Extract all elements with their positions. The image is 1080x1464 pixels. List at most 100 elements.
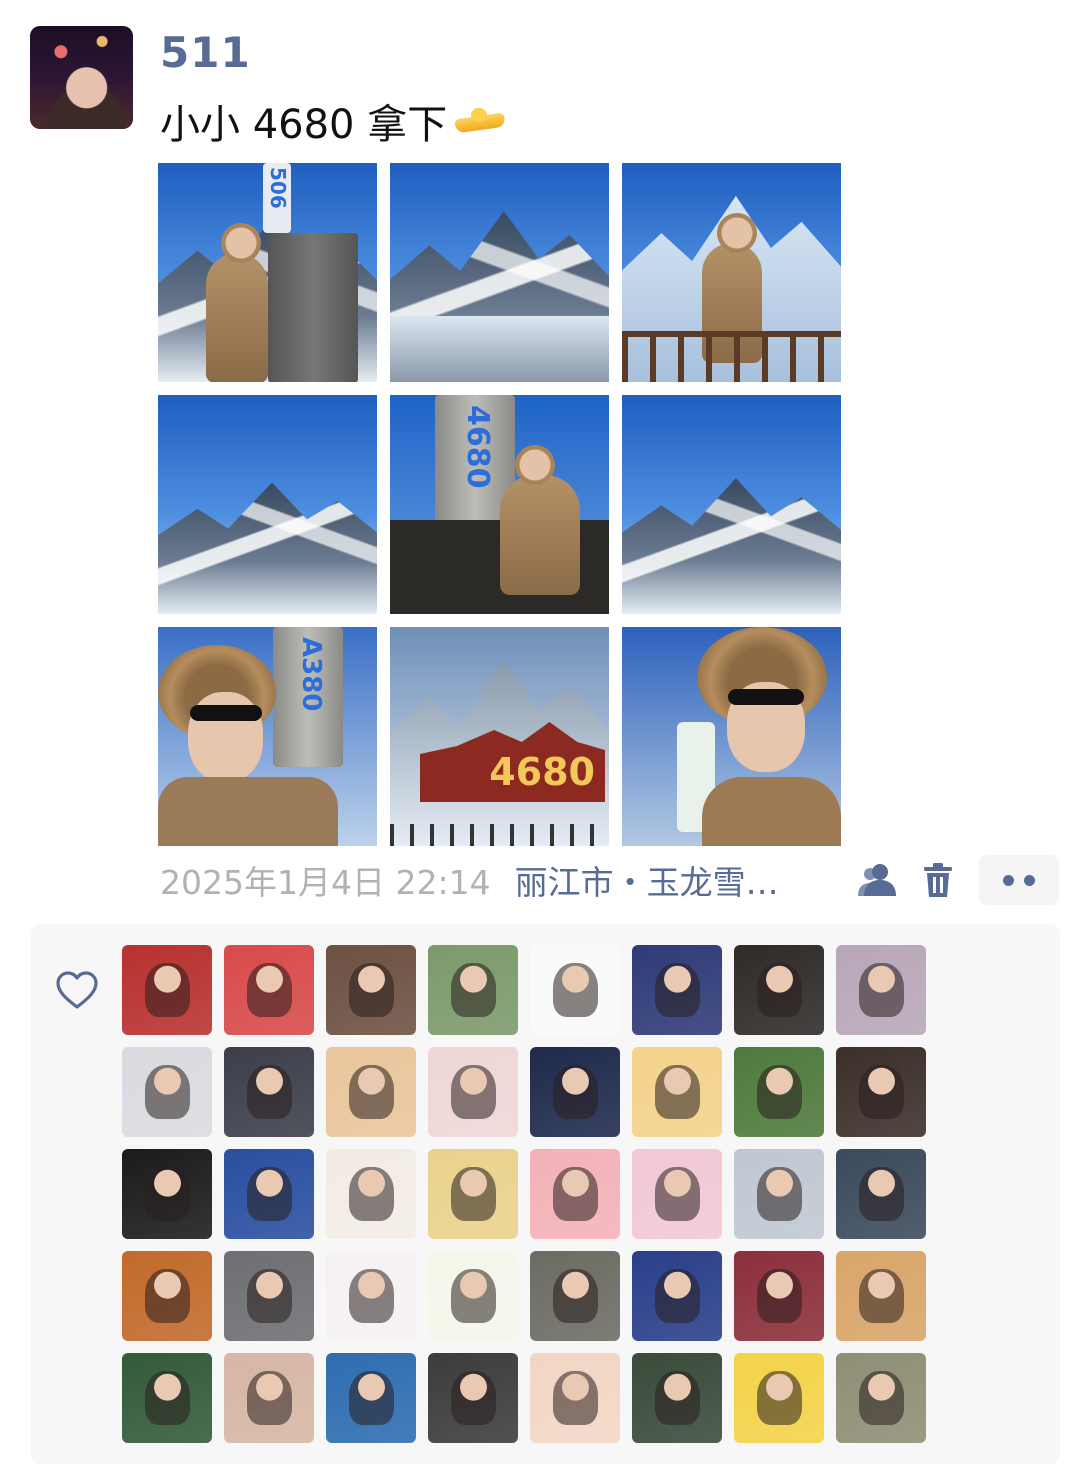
- liker-avatar[interactable]: [428, 1353, 518, 1443]
- post-text: 小小 4680 拿下: [160, 92, 507, 150]
- liker-avatar[interactable]: [224, 945, 314, 1035]
- photo-7[interactable]: A380: [158, 627, 377, 846]
- avatar-figure: [552, 1167, 598, 1221]
- person-figure: [206, 223, 268, 382]
- sunglasses: [190, 705, 262, 721]
- liker-avatar[interactable]: [530, 945, 620, 1035]
- avatar-figure: [348, 963, 394, 1017]
- post-text-content: 小小 4680 拿下: [160, 102, 448, 148]
- liker-avatar[interactable]: [530, 1251, 620, 1341]
- liker-avatar[interactable]: [632, 1047, 722, 1137]
- meta-row: 2025年1月4日 22:14 丽江市・玉龙雪…: [160, 858, 779, 902]
- avatar-figure: [858, 1269, 904, 1323]
- avatar-figure: [552, 1371, 598, 1425]
- avatar-figure: [348, 1371, 394, 1425]
- liker-avatar[interactable]: [734, 1251, 824, 1341]
- avatar-figure: [858, 1371, 904, 1425]
- liker-avatar[interactable]: [428, 1149, 518, 1239]
- liker-avatar[interactable]: [428, 1251, 518, 1341]
- timestamp: 2025年1月4日 22:14: [160, 863, 491, 902]
- hands-holding-icon: [453, 106, 507, 136]
- liker-avatar[interactable]: [122, 1251, 212, 1341]
- friend-icon[interactable]: [858, 862, 896, 898]
- mountain-shape: [158, 482, 377, 614]
- liker-avatar[interactable]: [122, 1353, 212, 1443]
- liker-avatar[interactable]: [224, 1149, 314, 1239]
- marker-number: 4680: [460, 405, 495, 489]
- liker-avatar[interactable]: [122, 1149, 212, 1239]
- coat: [702, 777, 841, 846]
- avatar-figure: [348, 1065, 394, 1119]
- liker-avatar[interactable]: [122, 1047, 212, 1137]
- avatar-figure: [450, 1065, 496, 1119]
- liker-avatar[interactable]: [530, 1149, 620, 1239]
- photo-grid: 506 4680 A380 4680: [158, 163, 841, 846]
- avatar-figure: [858, 1065, 904, 1119]
- location-link[interactable]: 丽江市・玉龙雪…: [515, 856, 779, 904]
- avatar-figure: [552, 1269, 598, 1323]
- mountain-shape: [622, 478, 841, 614]
- photo-1[interactable]: 506: [158, 163, 377, 382]
- liker-avatar[interactable]: [734, 1149, 824, 1239]
- avatar-figure: [552, 1065, 598, 1119]
- liker-avatar[interactable]: [326, 1047, 416, 1137]
- avatar-figure: [858, 963, 904, 1017]
- avatar-figure: [756, 1371, 802, 1425]
- liker-avatar[interactable]: [530, 1047, 620, 1137]
- liker-avatar[interactable]: [122, 945, 212, 1035]
- railing-posts: [622, 337, 841, 382]
- liker-avatar[interactable]: [734, 945, 824, 1035]
- more-dots-icon-dot: [1024, 874, 1035, 886]
- avatar-figure: [450, 1167, 496, 1221]
- liker-avatar[interactable]: [530, 1353, 620, 1443]
- liker-avatar[interactable]: [836, 1353, 926, 1443]
- avatar-figure: [246, 1167, 292, 1221]
- avatar-figure: [246, 1371, 292, 1425]
- avatar-figure: [756, 1167, 802, 1221]
- username[interactable]: 511: [160, 28, 251, 77]
- avatar-figure: [654, 1269, 700, 1323]
- liker-avatar[interactable]: [224, 1353, 314, 1443]
- liker-avatar[interactable]: [428, 945, 518, 1035]
- liker-avatar[interactable]: [632, 1251, 722, 1341]
- liker-avatar[interactable]: [734, 1047, 824, 1137]
- more-button[interactable]: [979, 855, 1059, 905]
- avatar-figure: [144, 1167, 190, 1221]
- photo-8[interactable]: 4680: [390, 627, 609, 846]
- photo-2[interactable]: [390, 163, 609, 382]
- avatar-figure: [144, 1269, 190, 1323]
- avatar-figure: [450, 1269, 496, 1323]
- photo-4[interactable]: [158, 395, 377, 614]
- photo-5[interactable]: 4680: [390, 395, 609, 614]
- avatar-figure: [654, 1167, 700, 1221]
- avatar-figure: [756, 1269, 802, 1323]
- liker-avatar[interactable]: [632, 1149, 722, 1239]
- trash-icon[interactable]: [922, 862, 954, 898]
- liker-avatar[interactable]: [836, 945, 926, 1035]
- liker-avatar[interactable]: [326, 945, 416, 1035]
- avatar-figure: [144, 1065, 190, 1119]
- photo-3[interactable]: [622, 163, 841, 382]
- liker-avatar[interactable]: [836, 1251, 926, 1341]
- liker-avatar[interactable]: [326, 1149, 416, 1239]
- liker-avatar[interactable]: [836, 1047, 926, 1137]
- avatar-figure: [552, 963, 598, 1017]
- photo-9[interactable]: [622, 627, 841, 846]
- marker-number: A380: [296, 637, 326, 712]
- liker-avatar[interactable]: [224, 1251, 314, 1341]
- liker-avatar[interactable]: [632, 1353, 722, 1443]
- liker-avatar[interactable]: [632, 945, 722, 1035]
- liker-avatar[interactable]: [428, 1047, 518, 1137]
- avatar-figure: [450, 1371, 496, 1425]
- liker-avatar[interactable]: [734, 1353, 824, 1443]
- liker-avatar[interactable]: [836, 1149, 926, 1239]
- avatar-figure: [450, 963, 496, 1017]
- liker-avatar[interactable]: [224, 1047, 314, 1137]
- avatar-figure: [246, 1065, 292, 1119]
- liker-avatar[interactable]: [326, 1353, 416, 1443]
- more-dots-icon: [1003, 874, 1014, 886]
- stone-marker: [268, 233, 358, 382]
- liker-avatar[interactable]: [326, 1251, 416, 1341]
- user-avatar[interactable]: [30, 26, 133, 129]
- photo-6[interactable]: [622, 395, 841, 614]
